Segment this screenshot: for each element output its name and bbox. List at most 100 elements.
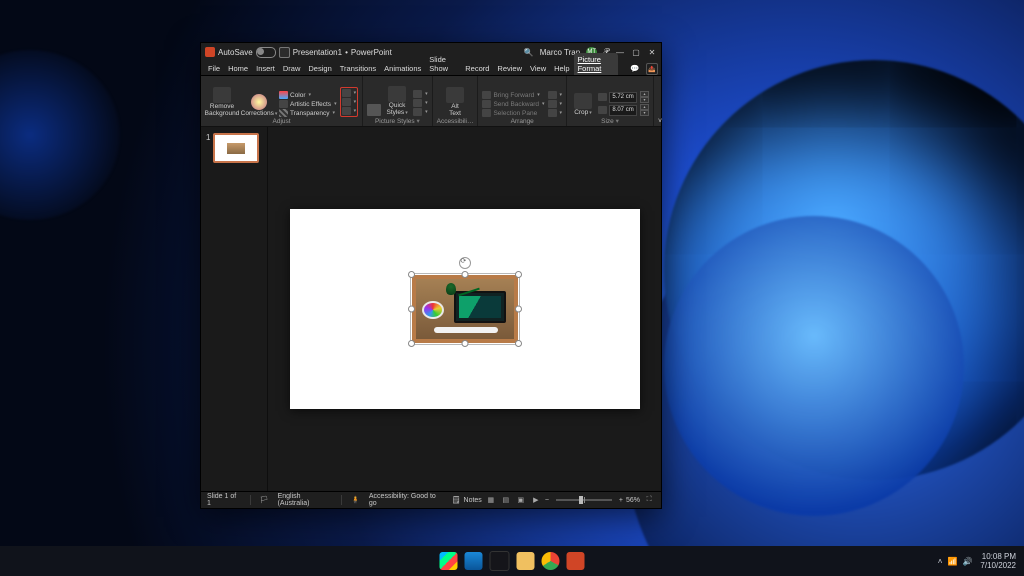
corrections-button[interactable]: Corrections: [242, 94, 276, 117]
clock[interactable]: 10:08 PM 7/10/2022: [980, 552, 1016, 570]
close-button[interactable]: ✕: [647, 47, 657, 57]
ribbon-group-accessibility: Alt Text Accessibili…: [433, 76, 479, 126]
save-icon[interactable]: [279, 47, 290, 58]
tab-home[interactable]: Home: [224, 62, 252, 75]
crop-button[interactable]: Crop: [571, 93, 595, 116]
taskbar-app-powerpoint[interactable]: [567, 552, 585, 570]
powerpoint-window: AutoSave Presentation1 • PowerPoint Marc…: [200, 42, 662, 509]
tab-insert[interactable]: Insert: [252, 62, 279, 75]
slide-thumbnail-pane[interactable]: 1: [201, 127, 268, 491]
normal-view-button[interactable]: ▦: [485, 495, 497, 505]
taskbar-app-edge[interactable]: [465, 552, 483, 570]
taskbar-app-teamviewer[interactable]: [490, 551, 510, 571]
resize-handle[interactable]: [408, 306, 415, 313]
align-button[interactable]: [548, 91, 563, 99]
tab-file[interactable]: File: [204, 62, 224, 75]
rotate-button[interactable]: [548, 109, 563, 117]
sound-icon[interactable]: 🔊: [962, 557, 972, 566]
zoom-slider[interactable]: [556, 499, 612, 501]
tab-animations[interactable]: Animations: [380, 62, 425, 75]
language-icon: 🏳: [260, 496, 269, 504]
resize-handle[interactable]: [461, 340, 468, 347]
tab-slideshow[interactable]: Slide Show: [425, 53, 461, 75]
tab-draw[interactable]: Draw: [279, 62, 305, 75]
resize-handle[interactable]: [515, 306, 522, 313]
reset-picture-icon: [342, 107, 351, 115]
group-icon: [548, 100, 557, 108]
alt-text-button[interactable]: Alt Text: [444, 87, 466, 117]
start-button[interactable]: [440, 552, 458, 570]
send-backward-button[interactable]: Send Backward: [482, 100, 544, 108]
resize-handle[interactable]: [408, 271, 415, 278]
language-label[interactable]: English (Australia): [278, 493, 333, 507]
picture-styles-gallery[interactable]: [367, 104, 381, 116]
color-button[interactable]: Color: [279, 91, 337, 99]
zoom-out-button[interactable]: −: [545, 497, 549, 504]
slide-position[interactable]: Slide 1 of 1: [207, 493, 241, 507]
rotate-icon: [548, 109, 557, 117]
picture-effects-button[interactable]: [413, 99, 428, 107]
taskbar-app-file-explorer[interactable]: [517, 552, 535, 570]
resize-handle[interactable]: [461, 271, 468, 278]
tab-view[interactable]: View: [526, 62, 550, 75]
ribbon-collapse[interactable]: ˅: [654, 76, 666, 126]
resize-handle[interactable]: [408, 340, 415, 347]
width-field[interactable]: 8.07 cm▴▾: [598, 104, 649, 116]
change-picture-button[interactable]: [342, 98, 357, 106]
tab-review[interactable]: Review: [493, 62, 526, 75]
tab-picture-format[interactable]: Picture Format: [574, 53, 619, 75]
share-button[interactable]: 📤: [646, 63, 658, 75]
selection-pane-button[interactable]: Selection Pane: [482, 109, 544, 117]
group-button[interactable]: [548, 100, 563, 108]
height-field[interactable]: 5.72 cm▴▾: [598, 91, 649, 103]
zoom-percent[interactable]: 56%: [626, 497, 640, 504]
selected-picture[interactable]: [412, 275, 518, 343]
slide-thumbnail-1[interactable]: [213, 133, 259, 163]
tab-record[interactable]: Record: [461, 62, 493, 75]
reset-picture-button[interactable]: [342, 107, 357, 115]
resize-handle[interactable]: [515, 271, 522, 278]
bring-forward-icon: [482, 91, 491, 99]
slide[interactable]: [290, 209, 640, 409]
zoom-in-button[interactable]: +: [619, 497, 623, 504]
picture-border-button[interactable]: [413, 90, 428, 98]
tab-help[interactable]: Help: [550, 62, 573, 75]
zoom-thumb[interactable]: [579, 496, 583, 504]
ribbon: Remove Background Corrections Color Arti…: [201, 76, 661, 127]
resize-handle[interactable]: [515, 340, 522, 347]
powerpoint-logo-icon: [205, 47, 215, 57]
remove-background-button[interactable]: Remove Background: [205, 87, 239, 117]
rotation-handle[interactable]: [459, 257, 471, 269]
tab-transitions[interactable]: Transitions: [336, 62, 380, 75]
search-icon[interactable]: [524, 48, 534, 57]
width-icon: [598, 106, 607, 114]
maximize-button[interactable]: ▢: [631, 47, 641, 57]
taskbar-app-chrome[interactable]: [542, 552, 560, 570]
reading-view-button[interactable]: ▣: [515, 495, 527, 505]
system-tray[interactable]: ˄ 📶 🔊: [938, 557, 973, 566]
bring-forward-button[interactable]: Bring Forward: [482, 91, 544, 99]
slide-canvas[interactable]: [268, 127, 661, 491]
picture-layout-button[interactable]: [413, 108, 428, 116]
picture-style-preset[interactable]: [367, 104, 381, 116]
taskbar-right: ˄ 📶 🔊 10:08 PM 7/10/2022: [938, 552, 1016, 570]
slideshow-button[interactable]: ▶: [530, 495, 542, 505]
autosave-toggle[interactable]: [256, 47, 276, 58]
notes-button[interactable]: Notes: [464, 497, 482, 504]
alt-text-icon: [446, 87, 464, 103]
slide-sorter-button[interactable]: ▤: [500, 495, 512, 505]
comments-icon[interactable]: 💬: [626, 62, 643, 75]
wifi-icon[interactable]: 📶: [947, 557, 957, 566]
app-name: PowerPoint: [351, 48, 392, 57]
document-name: Presentation1: [293, 48, 342, 57]
compress-pictures-button[interactable]: [342, 89, 357, 97]
tab-design[interactable]: Design: [304, 62, 335, 75]
adjust-stack: Color Artistic Effects Transparency: [279, 91, 337, 117]
ribbon-group-arrange: Bring Forward Send Backward Selection Pa…: [478, 76, 567, 126]
artistic-effects-button[interactable]: Artistic Effects: [279, 100, 337, 108]
fit-to-window-button[interactable]: ⛶: [643, 495, 655, 505]
tray-overflow-icon[interactable]: ˄: [938, 557, 943, 566]
transparency-button[interactable]: Transparency: [279, 109, 337, 117]
quick-styles-button[interactable]: Quick Styles: [384, 86, 410, 116]
accessibility-status[interactable]: Accessibility: Good to go: [369, 493, 443, 507]
